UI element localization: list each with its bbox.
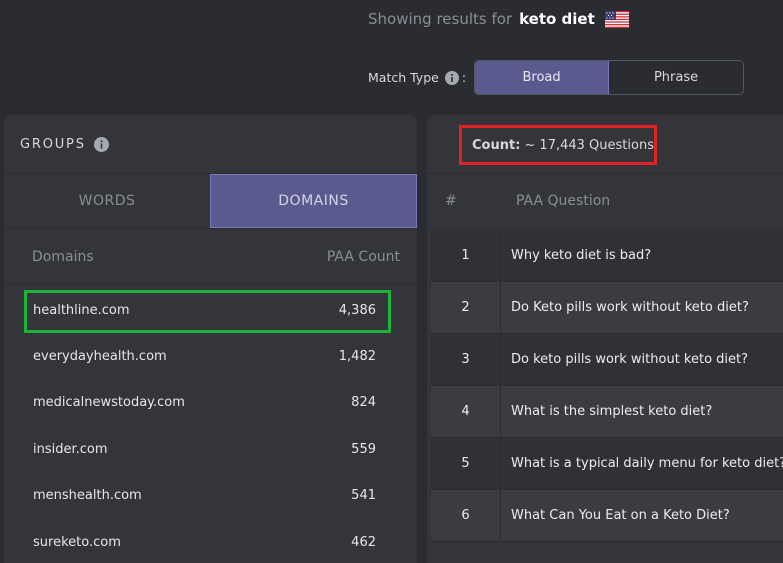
domain-count: 559 [351, 441, 376, 457]
domain-count: 541 [351, 488, 376, 504]
groups-title: GROUPS [20, 133, 109, 155]
table-row[interactable]: sureketo.com 462 [4, 519, 417, 563]
questions-table-header: # PAA Question [427, 173, 783, 229]
question-text: Do Keto pills work without keto diet? [511, 300, 749, 315]
groups-title-label: GROUPS [20, 136, 86, 152]
question-text: Why keto diet is bad? [511, 248, 652, 263]
table-row[interactable]: everydayhealth.com 1,482 [4, 333, 417, 379]
question-number: 1 [431, 230, 501, 281]
domain-name: everydayhealth.com [33, 349, 167, 365]
match-type-colon: : [461, 70, 467, 85]
domain-name: insider.com [33, 441, 108, 457]
count-value: ~ 17,443 Questions [524, 137, 654, 153]
domain-name: healthline.com [33, 302, 130, 318]
showing-results-label: Showing results for [368, 10, 513, 28]
table-row[interactable]: 3 Do keto pills work without keto diet? [431, 334, 783, 386]
domain-name: menshealth.com [33, 488, 142, 504]
table-row[interactable]: 1 Why keto diet is bad? [431, 230, 783, 282]
question-number: 2 [431, 282, 501, 333]
match-type-toggle: Broad Phrase [474, 60, 745, 95]
domains-table-header: Domains PAA Count [4, 229, 417, 285]
us-flag-icon[interactable] [604, 10, 629, 28]
search-keyword: keto diet [519, 10, 595, 28]
questions-panel: Count: ~ 17,443 Questions # PAA Question… [427, 115, 783, 563]
domain-count: 1,482 [338, 349, 376, 365]
match-type-label: Match Type [368, 70, 439, 85]
domain-count: 462 [351, 534, 376, 550]
column-number[interactable]: # [445, 193, 457, 209]
groups-tabs: WORDS DOMAINS [4, 173, 417, 229]
question-number: 4 [431, 386, 501, 437]
count-label: Count: [472, 137, 521, 153]
groups-panel: GROUPS WORDS DOMAINS Domains PAA Count h… [4, 115, 417, 563]
table-row[interactable]: 2 Do Keto pills work without keto diet? [431, 282, 783, 334]
question-text: What Can You Eat on a Keto Diet? [511, 508, 730, 523]
table-row[interactable]: 4 What is the simplest keto diet? [431, 386, 783, 438]
table-row[interactable]: 5 What is a typical daily menu for keto … [431, 438, 783, 490]
question-number: 5 [431, 438, 501, 489]
table-row[interactable]: medicalnewstoday.com 824 [4, 380, 417, 426]
results-header: Showing results for keto diet [368, 6, 629, 32]
domain-name: medicalnewstoday.com [33, 395, 185, 411]
table-row[interactable]: healthline.com 4,386 [4, 287, 417, 334]
question-number: 6 [431, 490, 501, 541]
column-paa-question[interactable]: PAA Question [516, 193, 610, 209]
domain-name: sureketo.com [33, 534, 121, 550]
domain-count: 4,386 [338, 302, 376, 318]
column-paa-count[interactable]: PAA Count [327, 249, 400, 265]
table-row[interactable]: 6 What Can You Eat on a Keto Diet? [431, 490, 783, 542]
column-domains[interactable]: Domains [32, 249, 94, 265]
match-phrase-button[interactable]: Phrase [609, 61, 744, 94]
table-row[interactable]: insider.com 559 [4, 426, 417, 472]
question-text: Do keto pills work without keto diet? [511, 352, 749, 367]
tab-words[interactable]: WORDS [4, 174, 210, 228]
domain-count: 824 [351, 395, 376, 411]
question-list: 1 Why keto diet is bad? 2 Do Keto pills … [431, 230, 783, 542]
match-broad-button[interactable]: Broad [475, 61, 610, 94]
question-text: What is a typical daily menu for keto di… [511, 456, 783, 471]
match-type-row: Match Type : Broad Phrase [368, 60, 745, 95]
domain-list: healthline.com 4,386 everydayhealth.com … [4, 287, 417, 563]
question-text: What is the simplest keto diet? [511, 404, 713, 419]
question-count: Count: ~ 17,443 Questions [459, 125, 657, 165]
table-row[interactable]: menshealth.com 541 [4, 473, 417, 519]
info-icon[interactable] [444, 70, 459, 85]
info-icon[interactable] [93, 136, 109, 152]
tab-domains[interactable]: DOMAINS [210, 174, 417, 228]
question-number: 3 [431, 334, 501, 385]
